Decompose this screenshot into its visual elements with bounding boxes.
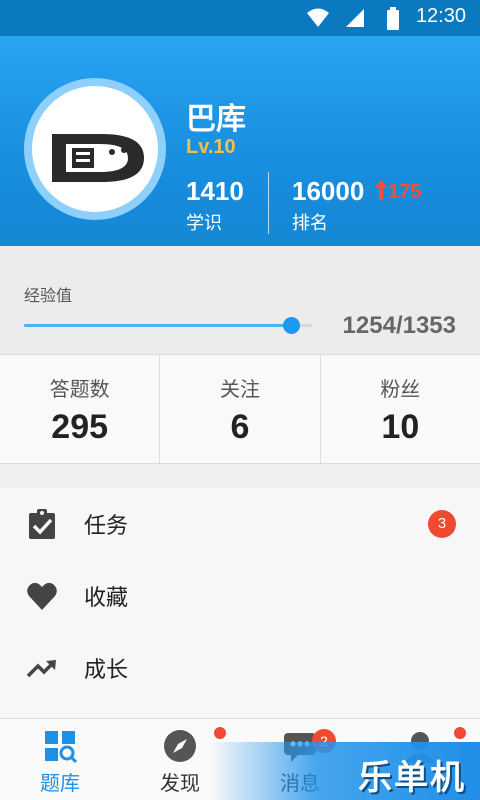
trending-up-icon bbox=[26, 660, 56, 678]
wifi-icon bbox=[307, 8, 329, 27]
menu-item-favorites[interactable]: 收藏 bbox=[0, 560, 480, 632]
arrow-up-icon bbox=[374, 180, 388, 200]
avatar-logo-icon bbox=[52, 134, 144, 182]
following-count-label: 关注 bbox=[219, 377, 260, 401]
profile-dot bbox=[454, 727, 466, 739]
menu-item-favorites-label: 收藏 bbox=[84, 586, 129, 611]
stat-divider bbox=[268, 172, 269, 234]
knowledge-label: 学识 bbox=[186, 213, 222, 234]
rank-value: 16000 bbox=[292, 176, 365, 206]
level-label: Lv.10 bbox=[186, 136, 236, 158]
watermark: 乐单机 bbox=[210, 742, 480, 800]
answered-count-value: 295 bbox=[51, 408, 109, 446]
menu-item-tasks[interactable]: 任务 3 bbox=[0, 488, 480, 560]
signal-icon bbox=[346, 9, 364, 27]
answered-count-label: 答题数 bbox=[49, 377, 110, 401]
followers-count-value: 10 bbox=[381, 408, 420, 446]
experience-progress-fill bbox=[24, 324, 291, 327]
experience-progress-thumb bbox=[282, 317, 300, 334]
knowledge-stat: 1410 学识 bbox=[186, 176, 244, 235]
experience-progress-track bbox=[24, 317, 312, 334]
menu-item-tasks-label: 任务 bbox=[84, 514, 129, 539]
tasks-badge: 3 bbox=[428, 510, 456, 538]
experience-section: 经验值 1254/1353 bbox=[0, 246, 480, 354]
rank-label: 排名 bbox=[292, 213, 328, 234]
menu-item-growth[interactable]: 成长 bbox=[0, 632, 480, 704]
knowledge-value: 1410 bbox=[186, 176, 244, 206]
watermark-text: 乐单机 bbox=[358, 758, 466, 798]
battery-icon bbox=[387, 7, 399, 30]
rank-change: 175 bbox=[374, 180, 421, 204]
profile-header: 巴库 Lv.10 1410 学识 16000 排名 175 bbox=[0, 36, 480, 246]
followers-count-label: 粉丝 bbox=[380, 377, 421, 401]
status-time: 12:30 bbox=[415, 5, 466, 27]
username: 巴库 bbox=[186, 102, 246, 137]
compass-icon bbox=[164, 730, 196, 762]
tab-question-bank[interactable]: 题库 bbox=[0, 719, 120, 800]
discover-dot bbox=[214, 727, 226, 739]
clipboard-check-icon bbox=[29, 509, 55, 539]
followers-count[interactable]: 粉丝 10 bbox=[321, 355, 480, 463]
avatar[interactable] bbox=[32, 86, 158, 212]
tab-question-bank-label: 题库 bbox=[40, 771, 80, 795]
experience-title: 经验值 bbox=[24, 286, 73, 305]
heart-icon bbox=[27, 582, 57, 610]
rank-change-value: 175 bbox=[388, 181, 422, 203]
grid-search-icon bbox=[45, 731, 77, 763]
following-count[interactable]: 关注 6 bbox=[160, 355, 321, 463]
rank-stat: 16000 排名 bbox=[292, 176, 364, 235]
avatar-ring[interactable] bbox=[24, 78, 166, 220]
menu-list: 任务 3 收藏 成长 bbox=[0, 488, 480, 718]
stats-row: 答题数 295 关注 6 粉丝 10 bbox=[0, 354, 480, 464]
answered-count[interactable]: 答题数 295 bbox=[0, 355, 161, 463]
status-bar: 12:30 bbox=[0, 0, 480, 36]
following-count-value: 6 bbox=[230, 408, 250, 446]
experience-value: 1254/1353 bbox=[342, 312, 456, 339]
menu-item-growth-label: 成长 bbox=[84, 658, 129, 683]
